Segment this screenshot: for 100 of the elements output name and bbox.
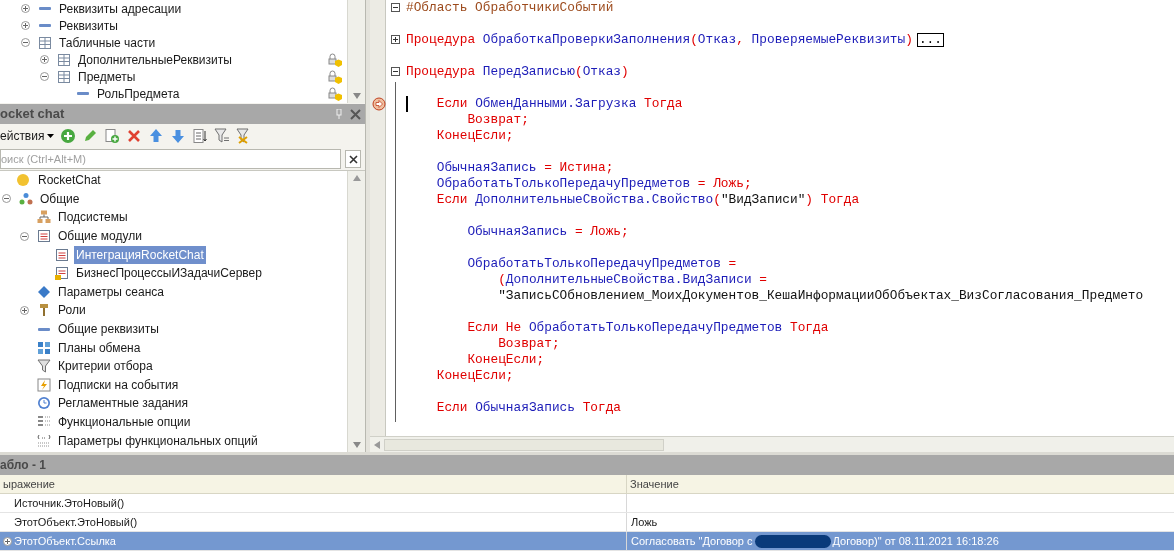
tree-item[interactable]: Общие реквизиты <box>56 320 161 339</box>
breakpoint-icon[interactable] <box>372 97 386 111</box>
options-icon <box>37 415 51 429</box>
table-icon <box>57 52 71 67</box>
copy-icon[interactable] <box>104 128 121 144</box>
tree-item[interactable]: Общие <box>38 189 82 208</box>
expand-icon[interactable] <box>20 305 29 315</box>
scrollbar[interactable] <box>347 171 365 452</box>
code-line: КонецЕсли; <box>435 127 514 146</box>
code-line: Если ОбменДанными.Загрузка Тогда <box>435 95 683 114</box>
tree-item[interactable]: ДополнительныеРеквизиты <box>76 50 234 69</box>
column-header[interactable]: ыражение <box>0 475 627 493</box>
tree-item[interactable]: Планы обмена <box>56 338 143 357</box>
module-icon <box>55 247 69 262</box>
collapse-icon[interactable] <box>2 194 11 204</box>
table-cell-text: Договор)" от 08.11.2021 16:18:26 <box>832 533 999 549</box>
close-icon[interactable] <box>350 108 361 120</box>
delete-icon[interactable] <box>126 128 143 144</box>
code-line: "ЗаписьСОбновлением_МоихДокументов_КешаИнформацииОбОбъектах_ВизСогласования_Предмето <box>497 287 1144 306</box>
horizontal-scrollbar[interactable] <box>370 436 1174 452</box>
module-icon <box>55 266 69 281</box>
bar-icon <box>37 326 51 332</box>
expand-icon[interactable] <box>2 536 12 546</box>
code-line: ОбработатьТолькоПередачуПредметов = Ложь; <box>435 175 752 193</box>
collapse-icon[interactable] <box>391 67 400 76</box>
code-line: ОбычнаяЗапись = Истина; <box>435 159 614 177</box>
scroll-up-icon[interactable] <box>352 175 361 181</box>
code-line: КонецЕсли; <box>466 351 545 370</box>
bar-icon <box>38 6 52 11</box>
tree-item[interactable]: Роли <box>56 301 88 320</box>
expand-icon[interactable] <box>40 55 49 64</box>
hierarchy-icon <box>37 210 51 225</box>
collapse-icon[interactable] <box>21 38 30 47</box>
expand-icon[interactable] <box>21 4 30 13</box>
code-line: ОбычнаяЗапись = Ложь; <box>466 223 629 242</box>
scroll-down-icon[interactable] <box>352 93 361 99</box>
code-line: Возврат; <box>497 335 560 354</box>
arrow-up-icon[interactable] <box>148 128 165 144</box>
code-line: (ДополнительныеСвойства.ВидЗаписи = <box>497 271 767 289</box>
panel-title: ocket chat <box>0 105 65 124</box>
list-icon[interactable] <box>192 128 209 144</box>
table-row[interactable]: ЭтотОбъект.ЭтоНовый() Ложь <box>0 513 1174 532</box>
collapse-icon[interactable] <box>20 231 29 241</box>
key-icon <box>37 303 51 318</box>
panel-title: абло - 1 <box>0 457 46 474</box>
tree-item[interactable]: Регламентные задания <box>56 394 190 413</box>
scrollbar-thumb[interactable] <box>384 438 664 451</box>
tree-item[interactable]: Реквизиты адресации <box>57 0 184 18</box>
expand-icon[interactable] <box>21 21 30 30</box>
pencil-icon[interactable] <box>82 128 99 144</box>
tree-item[interactable]: Предметы <box>76 67 138 86</box>
table-cell-text: Согласовать "Договор с <box>631 533 753 549</box>
code-line: КонецЕсли; <box>435 367 514 386</box>
code-line: Если Не ОбработатьТолькоПередачуПредметов Тогда <box>466 319 829 338</box>
table-row[interactable]: Источник.ЭтоНовый() <box>0 494 1174 513</box>
diamond-icon <box>37 284 51 299</box>
tree-item[interactable]: Подписки на события <box>56 375 181 394</box>
scroll-down-icon[interactable] <box>352 442 361 448</box>
tree-item[interactable]: Табличные части <box>57 33 158 52</box>
tree-item[interactable]: Подсистемы <box>56 208 130 227</box>
close-icon <box>348 154 358 164</box>
filter-icon[interactable] <box>214 128 231 144</box>
collapse-icon[interactable] <box>40 72 49 81</box>
table-cell-text: ЭтотОбъект.Ссылка <box>14 533 116 549</box>
code-line: ОбработатьТолькоПередачуПредметов = <box>466 255 737 273</box>
code-line: Если ДополнительныеСвойства.Свойство("ВидЗаписи") Тогда <box>435 191 860 210</box>
scroll-left-icon[interactable] <box>374 440 380 449</box>
collapsed-code-marker[interactable]: ... <box>916 33 944 47</box>
arrow-down-icon[interactable] <box>170 128 187 144</box>
tree-item[interactable]: Критерии отбора <box>56 357 155 376</box>
code-line: Возврат; <box>466 111 529 130</box>
tree-item[interactable]: БизнесПроцессыИЗадачиСервер <box>74 264 264 283</box>
column-header[interactable]: Значение <box>627 475 1174 493</box>
expand-icon[interactable] <box>391 35 400 44</box>
tree-item[interactable]: Функциональные опции <box>56 413 193 431</box>
actions-menu[interactable]: ействия <box>0 127 55 145</box>
scrollbar[interactable] <box>347 0 365 103</box>
clock-icon <box>37 396 51 411</box>
tree-item[interactable]: Общие модули <box>56 227 144 246</box>
module-icon <box>37 229 51 244</box>
bar-icon <box>76 91 90 96</box>
dots-icon <box>19 191 33 206</box>
tree-item[interactable]: Реквизиты <box>57 16 120 35</box>
tree-item[interactable]: РольПредмета <box>95 84 182 103</box>
options-icon <box>37 433 51 448</box>
table-cell-text: Ложь <box>631 514 658 530</box>
tree-item[interactable]: Параметры сеанса <box>56 282 166 301</box>
add-icon[interactable] <box>60 128 77 144</box>
collapse-icon[interactable] <box>391 3 400 12</box>
search-field[interactable]: оиск (Ctrl+Alt+M) <box>0 149 341 169</box>
table-icon <box>38 35 52 50</box>
code-line: Процедура ОбработкаПроверкиЗаполнения(Отказ, ПроверяемыеРеквизиты) <box>406 31 913 50</box>
lightning-icon <box>37 377 51 392</box>
filter-icon <box>37 359 51 374</box>
clear-search-button[interactable] <box>345 150 361 168</box>
code-line: Если ОбычнаяЗапись Тогда <box>435 399 622 418</box>
table-cell-text: ЭтотОбъект.ЭтоНовый() <box>14 514 138 530</box>
tree-item[interactable]: Параметры функциональных опций <box>56 431 260 450</box>
tree-item[interactable]: RocketChat <box>36 171 103 190</box>
bar-icon <box>38 23 52 28</box>
